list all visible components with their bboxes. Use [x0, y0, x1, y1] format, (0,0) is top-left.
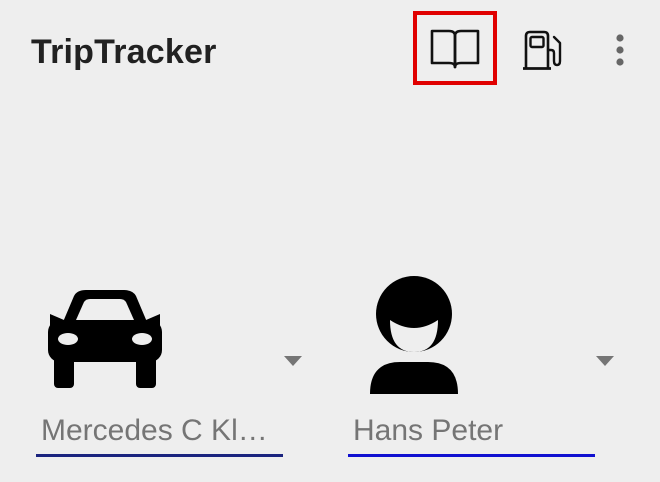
vehicle-dropdown-arrow-icon[interactable] — [284, 356, 302, 366]
vehicle-underline — [36, 454, 283, 457]
overflow-menu-button[interactable] — [600, 20, 640, 80]
book-open-icon — [430, 29, 480, 69]
driver-dropdown-arrow-icon[interactable] — [596, 356, 614, 366]
logbook-button[interactable] — [413, 11, 497, 85]
vehicle-selector[interactable]: Mercedes C Kl… — [36, 268, 308, 464]
fuel-button[interactable] — [515, 20, 571, 80]
person-smiling-icon — [370, 276, 458, 394]
driver-underline — [348, 454, 595, 457]
fuel-pump-icon — [523, 30, 562, 70]
driver-value: Hans Peter — [353, 414, 504, 447]
car-icon — [48, 290, 162, 388]
app-title: TripTracker — [31, 33, 217, 71]
driver-selector[interactable]: Hans Peter — [348, 268, 620, 464]
more-vert-icon — [616, 34, 624, 66]
vehicle-value: Mercedes C Kl… — [41, 414, 268, 447]
